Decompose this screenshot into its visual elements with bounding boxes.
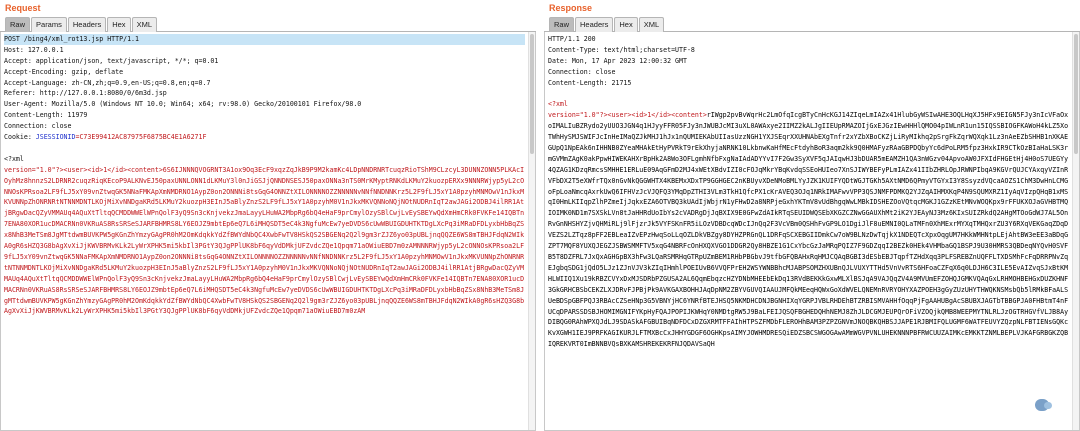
header-host: Host: 127.0.0.1 [4, 45, 64, 54]
response-scrollbar[interactable] [1072, 32, 1079, 430]
response-tabs: Raw Headers Hex XML [544, 15, 1080, 32]
request-panel: Request Raw Params Headers Hex XML POST /bin… [0, 0, 536, 431]
header-content-type: Content-Type: text/html;charset=UTF-8 [548, 45, 695, 54]
tab-xml[interactable]: XML [638, 17, 665, 32]
response-body[interactable]: HTTP/1.1 200 Content-Type: text/html;cha… [544, 32, 1080, 431]
header-user-agent: User-Agent: Mozilla/5.0 (Windows NT 10.0… [4, 100, 362, 109]
tab-headers[interactable]: Headers [575, 17, 614, 32]
wechat-icon [1035, 399, 1052, 411]
tab-xml[interactable]: XML [131, 17, 157, 32]
response-xml-content: version="1.0"?><user><id>1</id><content>… [548, 110, 1069, 350]
cookie-name: JSESSIONID [35, 133, 76, 142]
response-panel: Response Raw Headers Hex XML HTTP/1.1 200 C… [544, 0, 1080, 431]
request-tabs: Raw Params Headers Hex XML [0, 15, 536, 32]
xml-decl-open: <?xml [4, 154, 24, 163]
tab-hex[interactable]: Hex [614, 17, 638, 32]
request-title: Request [5, 3, 41, 13]
header-date: Date: Mon, 17 Apr 2023 12:00:32 GMT [548, 56, 687, 65]
tab-params[interactable]: Params [31, 17, 67, 32]
cookie-key: Cookie: [4, 133, 36, 142]
header-accept-language: Accept-Language: zh-CN,zh;q=0.9,en-US;q=… [4, 78, 211, 87]
status-line: HTTP/1.1 200 [548, 35, 596, 43]
tab-hex[interactable]: Hex [107, 17, 131, 32]
watermark [1030, 397, 1054, 413]
scroll-thumb[interactable] [1074, 34, 1078, 154]
panel-divider[interactable] [536, 0, 544, 431]
xml-version: version="1.0"?><user><id>1</id><content> [548, 111, 707, 120]
xml-version: version="1.0"?><user><id>1</id><content> [4, 165, 163, 174]
request-line: POST /bing4/xml_rot13.jsp HTTP/1.1 [4, 34, 525, 45]
scroll-thumb[interactable] [530, 34, 534, 154]
xml-content-payload: 6S6IJNNNQVOGRNT3A1ox9Oq3EcF9xqzZqJkB9P9M… [4, 165, 525, 316]
request-scrollbar[interactable] [528, 32, 535, 430]
header-connection: Connection: close [4, 122, 72, 131]
xml-decl-open: <?xml [548, 100, 568, 109]
header-content-length: Content-Length: 21715 [548, 78, 632, 87]
request-body[interactable]: POST /bing4/xml_rot13.jsp HTTP/1.1 Host:… [0, 32, 536, 431]
request-xml-content: version="1.0"?><user><id>1</id><content>… [4, 165, 525, 318]
cookie-value: =C73E99412AC87975F6875BC4E1A6271F [75, 133, 207, 142]
header-content-length: Content-Length: 11979 [4, 111, 88, 120]
header-accept: Accept: application/json, text/javascrip… [4, 56, 219, 65]
header-accept-encoding: Accept-Encoding: gzip, deflate [4, 67, 124, 76]
xml-content-payload: rIWgp2pvBvWqrHc2LmOfqIcgBTyCnHcKGJ14ZIqe… [548, 111, 1069, 349]
header-cookie: Cookie: JSESSIONID=C73E99412AC87975F6875… [4, 132, 525, 143]
response-title: Response [549, 3, 593, 13]
tab-raw[interactable]: Raw [549, 17, 575, 32]
tab-raw[interactable]: Raw [5, 17, 31, 32]
header-connection: Connection: close [548, 67, 616, 76]
tab-headers[interactable]: Headers [67, 17, 107, 32]
header-referer: Referer: http://127.0.0.1:8080/0/6m3d.js… [4, 89, 167, 98]
